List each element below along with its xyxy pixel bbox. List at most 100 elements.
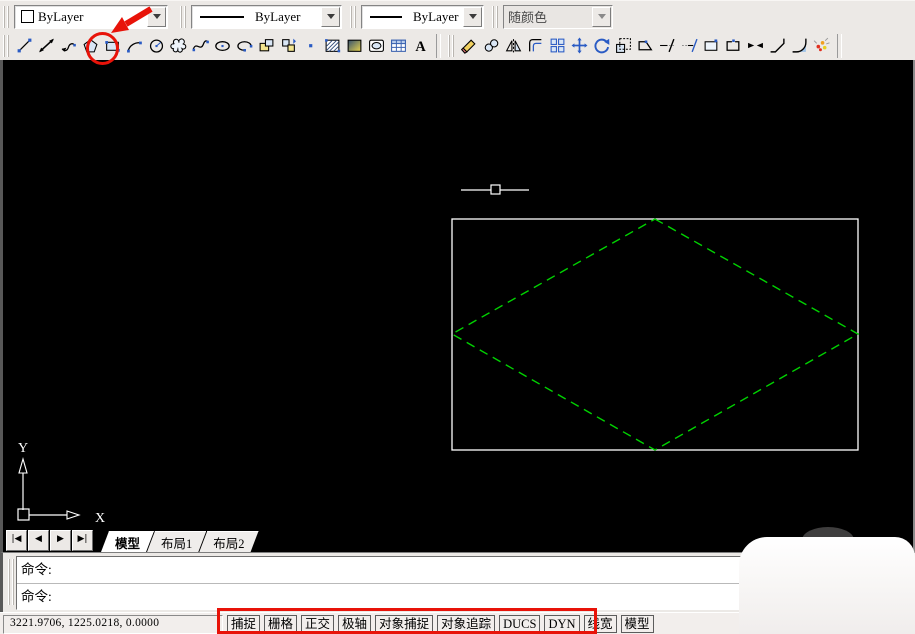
erase-icon-button[interactable]: [459, 35, 480, 56]
tab-layout2[interactable]: 布局2: [199, 531, 258, 552]
ellipse-arc-icon: [236, 37, 253, 54]
array-icon-button[interactable]: [547, 35, 568, 56]
region-icon: [368, 37, 385, 54]
revision-cloud-icon: [170, 37, 187, 54]
toolbar-grip[interactable]: [492, 6, 499, 28]
tab-nav-next-button[interactable]: ▶: [50, 530, 71, 551]
toolbar-grip[interactable]: [448, 35, 455, 57]
region-icon-button[interactable]: [366, 35, 387, 56]
toolbar-grip[interactable]: [3, 6, 10, 28]
properties-toolbar: ByLayer ByLayer ByLayer 随颜色: [0, 0, 915, 33]
ellipse-arc-icon-button[interactable]: [234, 35, 255, 56]
status-toggle-grid[interactable]: 栅格: [264, 615, 297, 633]
scale-icon: [615, 37, 632, 54]
toolbar-grip[interactable]: [180, 6, 187, 28]
make-block-icon-button[interactable]: [278, 35, 299, 56]
rectangle-icon: [104, 37, 121, 54]
table-icon-button[interactable]: [388, 35, 409, 56]
status-toggle-ducs[interactable]: DUCS: [499, 615, 540, 633]
status-toggle-dyn[interactable]: DYN: [544, 615, 579, 633]
multiline-text-icon: A: [412, 37, 429, 54]
line-icon: [16, 37, 33, 54]
move-icon-button[interactable]: [569, 35, 590, 56]
command-window-grip[interactable]: [8, 559, 15, 605]
tab-nav-first-button[interactable]: |◀: [6, 530, 27, 551]
insert-block-icon-button[interactable]: [256, 35, 277, 56]
lineweight-combo[interactable]: ByLayer: [361, 5, 484, 29]
fillet-icon-button[interactable]: [789, 35, 810, 56]
arc-icon-button[interactable]: [124, 35, 145, 56]
trim-icon: [659, 37, 676, 54]
construction-line-icon-button[interactable]: [36, 35, 57, 56]
chevron-down-icon: [153, 14, 161, 19]
ucs-origin-box: [18, 509, 29, 520]
color-combo-dropdown-button[interactable]: [147, 7, 166, 27]
linetype-combo-value: ByLayer: [255, 9, 300, 25]
polyline-icon-button[interactable]: [58, 35, 79, 56]
explode-icon-button[interactable]: [811, 35, 832, 56]
trim-icon-button[interactable]: [657, 35, 678, 56]
polyline-icon: [60, 37, 77, 54]
drawing-canvas[interactable]: YX |◀◀▶▶| 模型布局1布局2: [0, 60, 915, 552]
svg-text:A: A: [415, 39, 426, 54]
status-toggle-osnap[interactable]: 对象捕捉: [375, 615, 433, 633]
color-combo[interactable]: ByLayer: [14, 5, 168, 29]
toolbar-grip[interactable]: [350, 6, 357, 28]
pickbox-cursor: [491, 185, 500, 194]
polygon-icon-button[interactable]: [80, 35, 101, 56]
tab-layout1[interactable]: 布局1: [147, 531, 206, 552]
break-at-point-icon-button[interactable]: [723, 35, 744, 56]
drawn-rectangle: [452, 219, 858, 450]
linetype-combo[interactable]: ByLayer: [191, 5, 342, 29]
spline-icon-button[interactable]: [190, 35, 211, 56]
offset-icon-button[interactable]: [525, 35, 546, 56]
arc-icon: [126, 37, 143, 54]
status-toggle-polar[interactable]: 极轴: [338, 615, 371, 633]
tab-nav-last-button[interactable]: ▶|: [72, 530, 93, 551]
stretch-icon-button[interactable]: [635, 35, 656, 56]
hatch-icon-button[interactable]: [322, 35, 343, 56]
point-icon-button[interactable]: [300, 35, 321, 56]
circle-icon-button[interactable]: [146, 35, 167, 56]
status-toggle-otrack[interactable]: 对象追踪: [437, 615, 495, 633]
scale-icon-button[interactable]: [613, 35, 634, 56]
break-icon: [703, 37, 720, 54]
tab-nav-buttons: |◀◀▶▶|: [6, 530, 94, 551]
lineweight-combo-value: ByLayer: [413, 9, 458, 25]
rotate-icon-button[interactable]: [591, 35, 612, 56]
join-icon-button[interactable]: [745, 35, 766, 56]
multiline-text-icon-button[interactable]: A: [410, 35, 431, 56]
gradient-icon-button[interactable]: [344, 35, 365, 56]
lineweight-combo-dropdown-button[interactable]: [463, 7, 482, 27]
status-toggle-snap[interactable]: 捕捉: [227, 615, 260, 633]
status-toggle-ortho[interactable]: 正交: [301, 615, 334, 633]
color-combo-value: ByLayer: [38, 9, 83, 25]
copy-icon-button[interactable]: [481, 35, 502, 56]
tab-nav-previous-button[interactable]: ◀: [28, 530, 49, 551]
rectangle-icon-button[interactable]: [102, 35, 123, 56]
explode-icon: [813, 37, 830, 54]
linetype-combo-dropdown-button[interactable]: [321, 7, 340, 27]
point-icon: [302, 37, 319, 54]
extend-icon-button[interactable]: [679, 35, 700, 56]
autocad-window: ByLayer ByLayer ByLayer 随颜色 A YX: [0, 0, 915, 634]
table-icon: [390, 37, 407, 54]
chamfer-icon: [769, 37, 786, 54]
line-icon-button[interactable]: [14, 35, 35, 56]
chamfer-icon-button[interactable]: [767, 35, 788, 56]
color-swatch: [21, 10, 34, 23]
mirror-icon-button[interactable]: [503, 35, 524, 56]
make-block-icon: [280, 37, 297, 54]
toolbar-grip[interactable]: [3, 35, 10, 57]
revision-cloud-icon-button[interactable]: [168, 35, 189, 56]
tab-model[interactable]: 模型: [101, 531, 154, 552]
status-toggle-lineweight[interactable]: 线宽: [584, 615, 617, 633]
move-icon: [571, 37, 588, 54]
array-icon: [549, 37, 566, 54]
break-icon-button[interactable]: [701, 35, 722, 56]
chevron-down-icon: [598, 14, 606, 19]
status-toggle-model[interactable]: 模型: [621, 615, 654, 633]
ellipse-icon-button[interactable]: [212, 35, 233, 56]
linetype-sample: [200, 16, 244, 18]
rotate-icon: [593, 37, 610, 54]
